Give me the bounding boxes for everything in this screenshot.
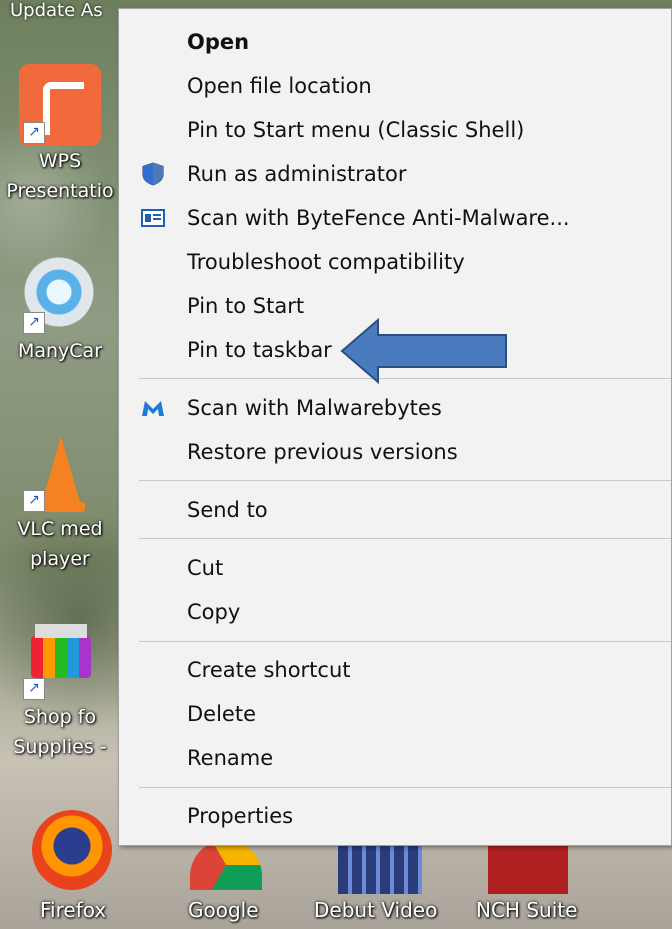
menu-item-label: Open — [187, 30, 250, 54]
desktop-icon-label-update: Update As — [10, 0, 103, 21]
desktop-label-google: Google — [188, 898, 259, 922]
menu-item-label: Properties — [187, 804, 294, 828]
desktop-label-firefox: Firefox — [40, 898, 107, 922]
menu-item-copy[interactable]: Copy — [119, 590, 671, 634]
context-menu: Open Open file location Pin to Start men… — [118, 8, 672, 846]
malwarebytes-icon — [142, 401, 164, 416]
menu-item-run-as-administrator[interactable]: Run as administrator — [119, 152, 671, 196]
debut-video-icon[interactable] — [338, 840, 422, 894]
menu-item-rename[interactable]: Rename — [119, 736, 671, 780]
uac-shield-icon — [142, 162, 164, 186]
menu-item-delete[interactable]: Delete — [119, 692, 671, 736]
chrome-icon[interactable] — [190, 840, 262, 890]
desktop-icon-label: Shop fo — [23, 706, 97, 728]
desktop-icon-label: ManyCar — [17, 340, 103, 362]
menu-item-troubleshoot[interactable]: Troubleshoot compatibility — [119, 240, 671, 284]
menu-item-label: Scan with Malwarebytes — [187, 396, 442, 420]
menu-item-cut[interactable]: Cut — [119, 546, 671, 590]
manycam-icon: ↗ — [19, 254, 101, 336]
desktop-icon-manycam[interactable]: ↗ ManyCar — [4, 254, 116, 366]
menu-item-label: Troubleshoot compatibility — [187, 250, 465, 274]
desktop-icon-wps-presentation[interactable]: ↗ WPS Presentatio — [4, 64, 116, 206]
menu-item-create-shortcut[interactable]: Create shortcut — [119, 648, 671, 692]
menu-item-label: Pin to Start menu (Classic Shell) — [187, 118, 525, 142]
firefox-icon[interactable] — [32, 810, 112, 890]
shortcut-arrow-icon: ↗ — [23, 122, 45, 144]
menu-item-label: Send to — [187, 498, 268, 522]
bytefence-icon — [141, 209, 165, 227]
desktop-icon-label: VLC med — [17, 518, 103, 540]
wps-presentation-icon: ↗ — [19, 64, 101, 146]
menu-item-scan-bytefence[interactable]: Scan with ByteFence Anti-Malware... — [119, 196, 671, 240]
menu-separator — [139, 480, 671, 481]
menu-item-properties[interactable]: Properties — [119, 794, 671, 838]
menu-separator — [139, 787, 671, 788]
desktop-icon-shop-supplies[interactable]: ↗ Shop fo Supplies - — [4, 620, 116, 762]
menu-item-restore-previous-versions[interactable]: Restore previous versions — [119, 430, 671, 474]
printer-icon: ↗ — [19, 620, 101, 702]
menu-item-scan-malwarebytes[interactable]: Scan with Malwarebytes — [119, 386, 671, 430]
desktop-label-debut-video: Debut Video — [314, 898, 438, 922]
menu-item-label: Pin to Start — [187, 294, 305, 318]
nch-suite-icon[interactable] — [488, 838, 568, 894]
menu-item-open[interactable]: Open — [119, 20, 671, 64]
desktop-icon-vlc[interactable]: ↗ VLC med player — [4, 432, 116, 574]
callout-arrow-icon — [340, 318, 507, 384]
menu-item-label: Rename — [187, 746, 274, 770]
desktop-icon-label: Supplies - — [13, 736, 107, 758]
menu-item-label: Cut — [187, 556, 224, 580]
desktop-icon-label: player — [30, 548, 90, 570]
menu-item-label: Copy — [187, 600, 241, 624]
shortcut-arrow-icon: ↗ — [23, 312, 45, 334]
menu-item-label: Create shortcut — [187, 658, 351, 682]
menu-item-label: Run as administrator — [187, 162, 407, 186]
menu-item-send-to[interactable]: Send to — [119, 488, 671, 532]
menu-item-label: Open file location — [187, 74, 372, 98]
menu-item-label: Delete — [187, 702, 256, 726]
menu-item-label: Scan with ByteFence Anti-Malware... — [187, 206, 570, 230]
shortcut-arrow-icon: ↗ — [23, 678, 45, 700]
menu-separator — [139, 641, 671, 642]
desktop-icon-label: Presentatio — [6, 180, 114, 202]
desktop-icon-label: WPS — [38, 150, 82, 172]
shortcut-arrow-icon: ↗ — [23, 490, 45, 512]
menu-separator — [139, 538, 671, 539]
menu-item-label: Pin to taskbar — [187, 338, 332, 362]
vlc-cone-icon: ↗ — [19, 432, 101, 514]
menu-item-label: Restore previous versions — [187, 440, 458, 464]
menu-item-pin-start-classic-shell[interactable]: Pin to Start menu (Classic Shell) — [119, 108, 671, 152]
desktop-label-nch-suite: NCH Suite — [476, 898, 578, 922]
menu-item-open-file-location[interactable]: Open file location — [119, 64, 671, 108]
